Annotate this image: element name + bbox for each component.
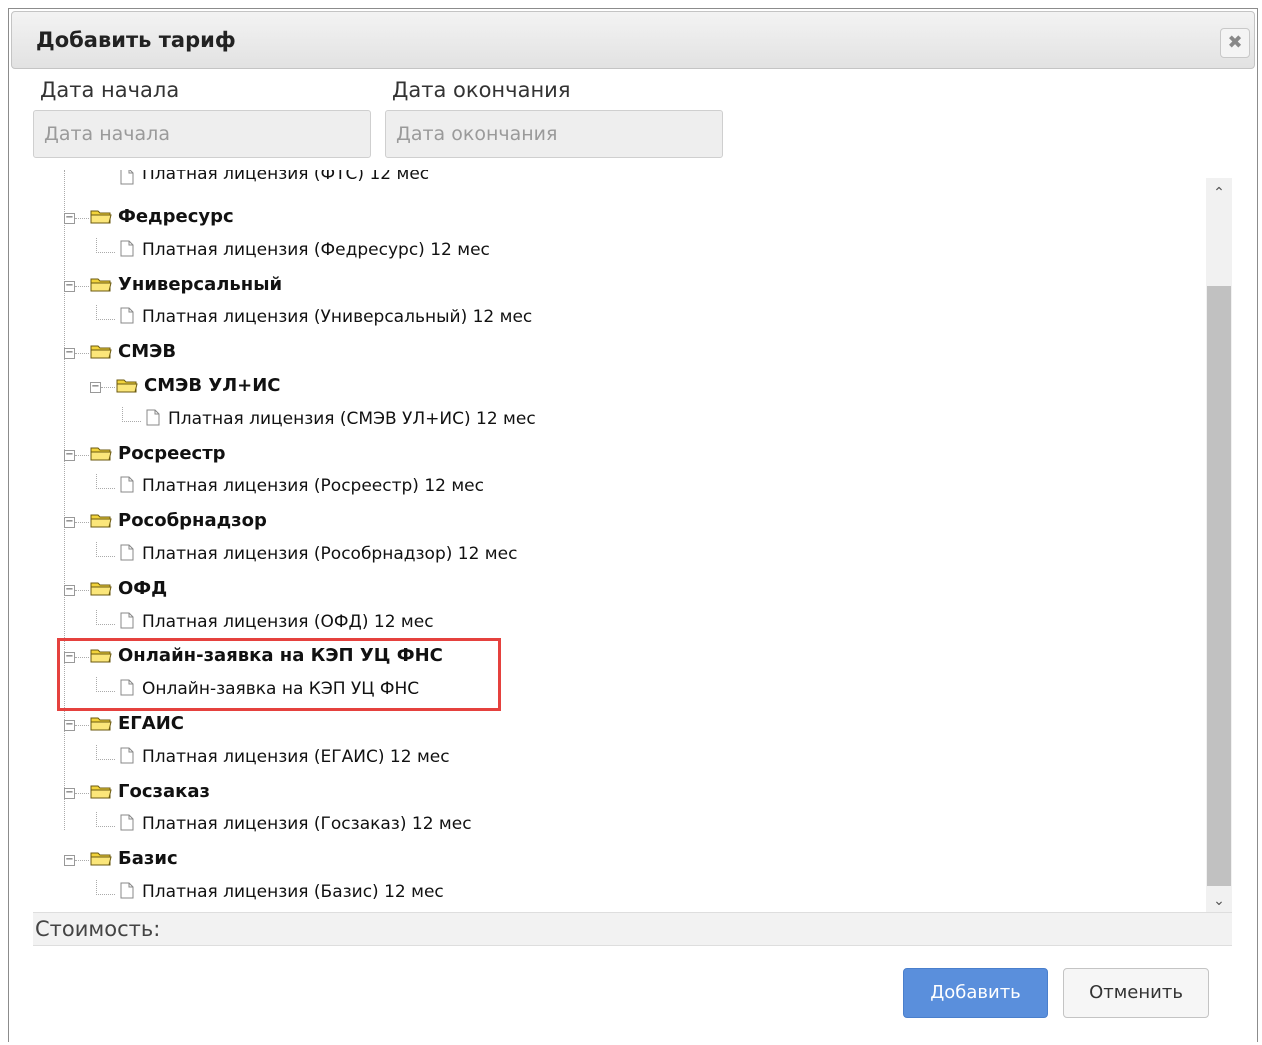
tree-folder-label: Универсальный <box>118 274 283 295</box>
tree-connector <box>75 725 89 726</box>
tree-connector <box>96 610 115 625</box>
document-icon <box>120 814 134 831</box>
tree-connector <box>96 812 115 827</box>
tree-connector <box>96 677 115 692</box>
tree-leaf-label: Онлайн-заявка на КЭП УЦ ФНС <box>142 679 420 699</box>
document-icon <box>120 307 134 324</box>
folder-icon <box>90 647 112 663</box>
cost-bar: Стоимость: <box>33 912 1232 946</box>
close-icon: ✖ <box>1227 32 1243 53</box>
tree-leaf-label: Платная лицензия (Госзаказ) 12 мес <box>142 814 472 834</box>
collapse-toggle-icon[interactable]: − <box>64 517 75 528</box>
tree-connector <box>75 860 89 861</box>
collapse-toggle-icon[interactable]: − <box>64 788 75 799</box>
folder-icon <box>90 208 112 224</box>
folder-icon <box>90 850 112 866</box>
tree-folder-label: Росреестр <box>118 443 226 464</box>
document-icon <box>120 612 134 629</box>
scroll-up-icon[interactable]: ⌃ <box>1206 182 1232 204</box>
tree-connector <box>101 387 115 388</box>
close-button[interactable]: ✖ <box>1220 28 1250 58</box>
document-icon <box>120 882 134 899</box>
tree-connector <box>96 305 115 320</box>
tree-folder-label: Онлайн-заявка на КЭП УЦ ФНС <box>118 645 443 666</box>
folder-icon <box>90 512 112 528</box>
end-date-label: Дата окончания <box>392 78 571 102</box>
tree-leaf-label: Платная лицензия (ЕГАИС) 12 мес <box>142 747 450 767</box>
tree-folder-label: СМЭВ <box>118 341 177 362</box>
scroll-down-icon[interactable]: ⌄ <box>1206 890 1232 912</box>
tree-connector <box>75 353 89 354</box>
collapse-toggle-icon[interactable]: − <box>64 348 75 359</box>
tree-folder-label: ОФД <box>118 578 168 599</box>
document-icon <box>120 170 134 185</box>
collapse-toggle-icon[interactable]: − <box>64 855 75 866</box>
tree-leaf-label: Платная лицензия (Универсальный) 12 мес <box>142 307 533 327</box>
start-date-label: Дата начала <box>40 78 180 102</box>
tree-scrollbar[interactable]: ⌃ ⌄ <box>1206 178 1232 912</box>
tree-connector <box>96 474 115 489</box>
tree-connector <box>75 455 89 456</box>
start-date-input[interactable] <box>33 110 371 158</box>
folder-icon <box>116 377 138 393</box>
document-icon <box>120 240 134 257</box>
collapse-toggle-icon[interactable]: − <box>64 585 75 596</box>
cost-label: Стоимость: <box>35 917 161 941</box>
tree-leaf-label: Платная лицензия (Росреестр) 12 мес <box>142 476 484 496</box>
tree-leaf-label: Платная лицензия (Базис) 12 мес <box>142 882 444 902</box>
document-icon <box>146 409 160 426</box>
tree-connector <box>96 542 115 557</box>
collapse-toggle-icon[interactable]: − <box>64 213 75 224</box>
document-icon <box>120 679 134 696</box>
tree-connector <box>96 745 115 760</box>
tree-connector <box>75 286 89 287</box>
tree-leaf-label: Платная лицензия (СМЭВ УЛ+ИС) 12 мес <box>168 409 536 429</box>
tree-connector <box>96 880 115 895</box>
tree-leaf-label: Платная лицензия (Федресурс) 12 мес <box>142 240 490 260</box>
folder-icon <box>90 580 112 596</box>
tree-connector <box>75 590 89 591</box>
tree-connector <box>75 522 89 523</box>
dialog-title: Добавить тариф <box>36 28 236 52</box>
tree-folder-label: СМЭВ УЛ+ИС <box>144 375 281 396</box>
folder-icon <box>90 343 112 359</box>
tree-folder-label: Федресурс <box>118 206 234 227</box>
tree-connector <box>75 793 89 794</box>
collapse-toggle-icon[interactable]: − <box>64 652 75 663</box>
tree-folder-label: Рособрнадзор <box>118 510 267 531</box>
tariff-tree: Платная лицензия (ФТС) 12 мес − Федресурс… <box>24 170 1225 904</box>
dialog-titlebar[interactable]: Добавить тариф ✖ <box>11 11 1255 69</box>
tree-guide-line <box>64 170 65 830</box>
cancel-button[interactable]: Отменить <box>1063 968 1209 1018</box>
tree-connector <box>96 238 115 253</box>
folder-icon <box>90 783 112 799</box>
collapse-toggle-icon[interactable]: − <box>64 450 75 461</box>
tree-folder-label: Базис <box>118 848 178 869</box>
collapse-toggle-icon[interactable]: − <box>64 281 75 292</box>
document-icon <box>120 747 134 764</box>
tree-leaf-label: Платная лицензия (ФТС) 12 мес <box>142 170 430 184</box>
document-icon <box>120 544 134 561</box>
end-date-input[interactable] <box>385 110 723 158</box>
tree-leaf-label: Платная лицензия (Рособрнадзор) 12 мес <box>142 544 518 564</box>
folder-icon <box>90 276 112 292</box>
tree-folder-label: ЕГАИС <box>118 713 184 734</box>
tree-connector <box>75 218 89 219</box>
folder-icon <box>90 445 112 461</box>
tree-connector <box>122 407 141 422</box>
collapse-toggle-icon[interactable]: − <box>64 720 75 731</box>
scroll-thumb[interactable] <box>1207 286 1231 886</box>
collapse-toggle-icon[interactable]: − <box>90 382 101 393</box>
folder-icon <box>90 715 112 731</box>
document-icon <box>120 476 134 493</box>
add-button[interactable]: Добавить <box>903 968 1048 1018</box>
tree-connector <box>75 657 89 658</box>
tree-leaf-label: Платная лицензия (ОФД) 12 мес <box>142 612 434 632</box>
tree-folder-label: Госзаказ <box>118 781 210 802</box>
